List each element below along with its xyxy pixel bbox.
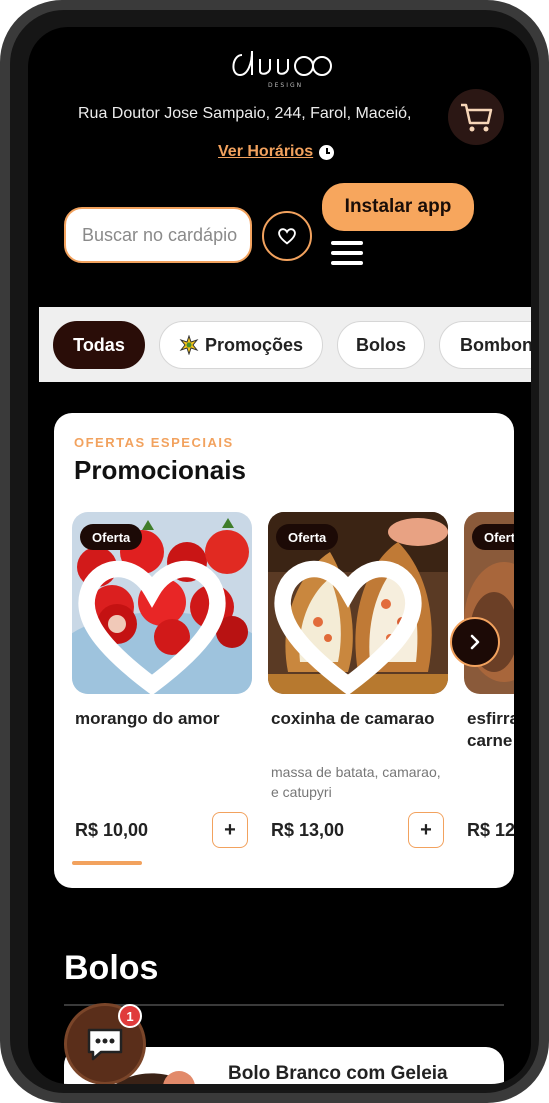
carousel-progress: [72, 861, 142, 865]
chevron-right-icon: [470, 634, 480, 650]
add-to-cart-button[interactable]: +: [408, 812, 444, 848]
cart-icon: [461, 103, 493, 132]
section-title: Promocionais: [74, 455, 246, 485]
brand-logo[interactable]: DESIGN: [228, 45, 338, 89]
product-name: coxinha de camarao: [271, 709, 435, 728]
notification-badge: 1: [118, 1004, 142, 1028]
product-image[interactable]: Oferta: [72, 512, 252, 694]
category-chip-promocoes[interactable]: Promoções: [159, 321, 323, 369]
search-input[interactable]: [64, 207, 252, 263]
product-description: massa de batata, camarao, e catupyri: [271, 764, 441, 800]
product-image[interactable]: Oferta: [268, 512, 448, 694]
phone-bezel: DESIGN Rua Doutor Jose Sampaio, 244, Far…: [10, 10, 539, 1093]
cart-button[interactable]: [448, 89, 504, 145]
category-label: Bombons: [460, 334, 531, 355]
menu-line: [331, 251, 363, 255]
product-price: R$ 12: [467, 820, 514, 840]
promotions-section: OFERTAS ESPECIAIS Promocionais Oferta mo…: [54, 413, 514, 888]
install-app-button[interactable]: Instalar app: [322, 183, 474, 231]
svg-text:DESIGN: DESIGN: [268, 82, 303, 89]
star-badge-icon: [179, 335, 199, 355]
product-name: Bolo Branco com Geleia: [228, 1063, 448, 1084]
hours-label: Ver Horários: [218, 143, 314, 160]
bolos-section-title: Bolos: [64, 949, 159, 987]
add-to-cart-button[interactable]: +: [212, 812, 248, 848]
category-bar[interactable]: Todas Promoções Bolos Bombons: [39, 307, 531, 382]
store-address: Rua Doutor Jose Sampaio, 244, Farol, Mac…: [78, 105, 412, 122]
product-price: R$ 10,00: [75, 820, 149, 840]
category-label: Todas: [73, 334, 125, 355]
heart-icon[interactable]: [268, 534, 438, 694]
section-eyebrow: OFERTAS ESPECIAIS: [74, 435, 234, 450]
category-label: Bolos: [355, 334, 406, 355]
chat-bubble-icon: [87, 1028, 123, 1061]
hamburger-menu-button[interactable]: [331, 241, 365, 271]
category-chip-bombons[interactable]: Bombons: [439, 321, 531, 369]
product-price: R$ 13,00: [271, 820, 345, 840]
category-label: Promoções: [204, 334, 304, 355]
category-chip-todas[interactable]: Todas: [53, 321, 145, 369]
carousel-next-button[interactable]: [450, 617, 500, 667]
heart-icon: [278, 228, 296, 245]
menu-line: [331, 241, 363, 245]
product-name: esfirra de carne de sol, c: [467, 709, 514, 750]
offer-tag: Oferta: [472, 524, 514, 550]
heart-icon[interactable]: [72, 534, 242, 694]
favorites-button[interactable]: [262, 211, 312, 261]
menu-line: [331, 261, 363, 265]
product-name: morango do amor: [75, 709, 220, 728]
clock-icon: [319, 144, 335, 160]
phone-frame: DESIGN Rua Doutor Jose Sampaio, 244, Far…: [0, 0, 549, 1103]
screen: DESIGN Rua Doutor Jose Sampaio, 244, Far…: [28, 27, 531, 1084]
category-chip-bolos[interactable]: Bolos: [337, 321, 425, 369]
hours-link[interactable]: Ver Horários: [218, 141, 335, 163]
